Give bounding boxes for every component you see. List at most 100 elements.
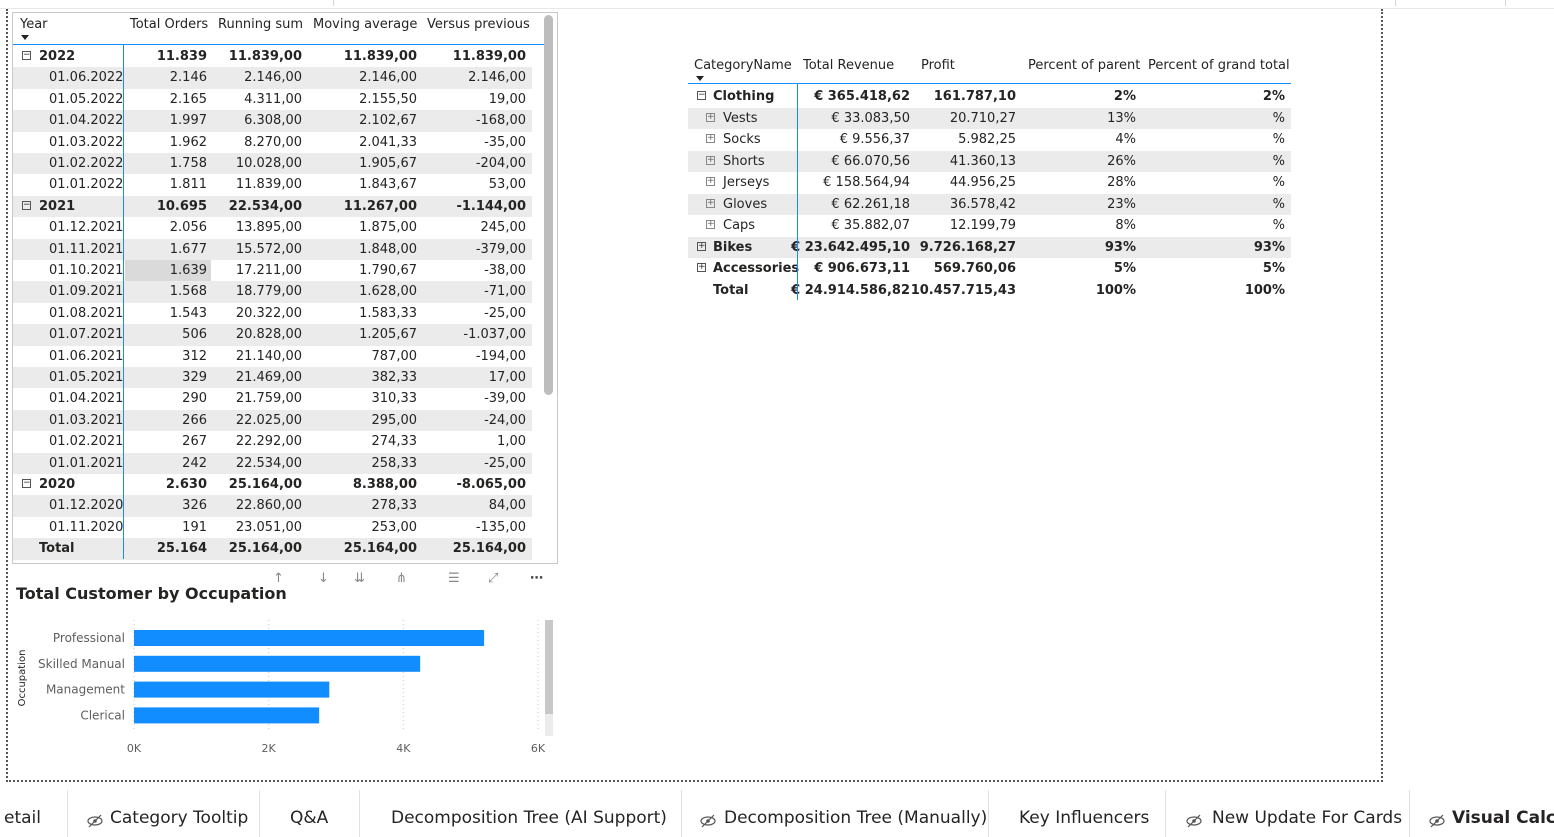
table-row[interactable]: 01.05.2021 329 21.469,00 382,33 17,00 [13,367,532,389]
category-group-row[interactable]: + Bikes € 23.642.495,10 9.726.168,27 93% 93% [688,236,1291,258]
table-row[interactable]: 01.06.2022 2.146 2.146,00 2.146,00 2.146,00 [13,67,532,89]
cell-value: 2.056 [169,220,207,236]
cell-value: 22.534,00 [235,455,302,471]
cell-value: 25.164,00 [228,541,302,557]
table-row[interactable]: 01.08.2021 1.543 20.322,00 1.583,33 -25,00 [13,303,532,324]
tab-new-update-for-cards[interactable]: New Update For Cards [1166,790,1410,837]
header-percent-of-grand-total[interactable]: Percent of grand total [1148,58,1290,73]
tab-visual-calcs[interactable]: Visual Calcs [1410,790,1554,837]
tab-decomposition-tree-manually[interactable]: Decomposition Tree (Manually) [682,790,989,837]
category-matrix-visual[interactable]: CategoryName Total Revenue Profit Percen… [688,52,1292,302]
collapse-icon[interactable]: − [22,51,31,60]
table-row[interactable]: 01.03.2021 266 22.025,00 295,00 -24,00 [13,409,532,432]
total-row[interactable]: Total 25.164 25.164,00 25.164,00 25.164,00 [13,538,532,560]
orders-matrix-visual[interactable]: Year Total Orders Running sum Moving ave… [12,12,558,564]
expand-icon[interactable]: + [706,155,715,165]
header-total-orders[interactable]: Total Orders [130,17,208,32]
table-row[interactable]: 01.01.2022 1.811 11.839,00 1.843,67 53,00 [13,174,532,195]
bar[interactable] [134,655,421,672]
table-row[interactable]: 01.02.2022 1.758 10.028,00 1.905,67 -204,00 [13,153,532,175]
row-label: 01.03.2022 [49,134,124,150]
collapse-icon[interactable]: − [697,91,706,100]
table-row[interactable]: + Vests € 33.083,50 20.710,27 13%% [688,107,1291,129]
table-row[interactable]: 01.07.2021 506 20.828,00 1.205,67 -1.037,00 [13,324,532,346]
collapse-icon[interactable]: − [22,200,31,210]
category-group-row[interactable]: + Accessories € 906.673,11 569.760,06 5% 5% [688,258,1291,279]
y-category-label: Skilled Manual [38,657,125,671]
table-row[interactable]: 01.12.2020 326 22.860,00 278,33 84,00 [13,495,532,517]
sort-descending-icon[interactable] [21,35,29,40]
row-label: 01.10.2021 [49,263,124,278]
tab-category-tooltip[interactable]: Category Tooltip [68,790,260,837]
expand-icon[interactable]: + [706,112,715,122]
hidden-eye-icon [1429,814,1445,828]
collapse-icon[interactable]: − [22,479,31,488]
cell-value: 25.164 [156,541,207,557]
bar[interactable] [134,630,485,646]
cell-value: 2.630 [165,477,207,492]
header-percent-of-parent[interactable]: Percent of parent [1028,58,1140,73]
table-row[interactable]: 01.01.2021 242 22.534,00 258,33 -25,00 [13,452,532,474]
year-group-row[interactable]: −2020 2.630 25.164,00 8.388,00 -8.065,00 [13,474,532,495]
table-row[interactable]: 01.12.2021 2.056 13.895,00 1.875,00 245,00 [13,217,532,238]
table-row[interactable]: 01.11.2021 1.677 15.572,00 1.848,00 -379,00 [13,238,532,260]
expand-icon[interactable]: + [706,198,715,208]
tab-key-influencers[interactable]: Key Influencers [989,790,1166,837]
header-year[interactable]: Year [20,17,48,32]
table-row[interactable]: 01.10.2021 1.639 17.211,00 1.790,67 -38,00 [13,260,532,281]
table-row[interactable]: 01.02.2021 267 22.292,00 274,33 1,00 [13,431,532,452]
cell-value: 2% [1113,89,1136,104]
cell-value: 278,33 [371,498,418,514]
orders-matrix-header: Year Total Orders Running sum Moving ave… [13,13,545,45]
table-row[interactable]: + Shorts € 66.070,56 41.360,13 26%% [688,150,1291,172]
chart-scrollbar[interactable] [545,620,553,714]
cell-value: 295,00 [371,412,418,428]
row-label: Shorts [723,153,765,169]
table-row[interactable]: + Gloves € 62.261,18 36.578,42 23%% [688,193,1291,215]
table-row[interactable]: + Caps € 35.882,07 12.199,79 8%% [688,215,1291,236]
year-group-row[interactable]: −2022 11.839 11.839,00 11.839,00 11.839,00 [13,46,532,67]
vertical-scrollbar[interactable] [544,15,553,395]
category-group-row[interactable]: − Clothing € 365.418,62 161.787,10 2% 2% [688,86,1291,107]
cell-value: -38,00 [484,263,526,278]
row-label: 01.04.2021 [49,391,124,407]
tab-qa[interactable]: Q&A [260,790,360,837]
table-row[interactable]: + Socks € 9.556,37 5.982,25 4%% [688,129,1291,150]
tab-detail[interactable]: etail [0,790,68,837]
cell-value: 2.041,33 [359,134,417,150]
table-row[interactable]: 01.05.2022 2.165 4.311,00 2.155,50 19,00 [13,89,532,110]
row-label: 01.12.2020 [49,498,124,514]
header-moving-average[interactable]: Moving average [313,17,417,32]
header-versus-previous[interactable]: Versus previous [427,17,530,32]
tab-decomposition-tree-ai[interactable]: Decomposition Tree (AI Support) [360,790,682,837]
table-row[interactable]: 01.04.2021 290 21.759,00 310,33 -39,00 [13,388,532,409]
expand-icon[interactable]: + [706,220,715,229]
expand-icon[interactable]: + [706,177,715,186]
table-row[interactable]: 01.06.2021 312 21.140,00 787,00 -194,00 [13,346,532,367]
row-label: 01.05.2021 [49,370,124,385]
y-category-label: Clerical [80,708,125,722]
table-row[interactable]: 01.04.2022 1.997 6.308,00 2.102,67 -168,00 [13,110,532,132]
header-running-sum[interactable]: Running sum [218,17,303,32]
bar[interactable] [134,707,320,724]
header-profit[interactable]: Profit [921,58,955,73]
table-row[interactable]: 01.09.2021 1.568 18.779,00 1.628,00 -71,00 [13,281,532,303]
table-row[interactable]: 01.03.2022 1.962 8.270,00 2.041,33 -35,00 [13,132,532,153]
sort-descending-icon[interactable] [696,76,704,81]
header-category-name[interactable]: CategoryName [694,58,792,73]
table-row[interactable]: + Jerseys € 158.564,94 44.956,25 28%% [688,172,1291,193]
year-group-row[interactable]: −2021 10.695 22.534,00 11.267,00 -1.144,00 [13,195,532,218]
cell-value: 312 [182,348,207,364]
chart-scrollbar-track [545,714,553,736]
expand-icon[interactable]: + [706,134,715,143]
cell-value: 5% [1262,261,1285,276]
row-label: 2020 [39,477,76,492]
header-total-revenue[interactable]: Total Revenue [803,58,894,73]
table-row[interactable]: 01.11.2020 191 23.051,00 253,00 -135,00 [13,517,532,538]
expand-icon[interactable]: + [697,263,706,272]
expand-icon[interactable]: + [697,241,706,251]
cell-value: 1.583,33 [359,305,417,321]
customer-occupation-chart[interactable]: Total Customer by Occupation 0K 2K 4K 6K Pro… [12,580,558,766]
total-row[interactable]: Total € 24.914.586,82 10.457.715,43 100% 100… [688,280,1291,301]
bar[interactable] [134,681,330,698]
